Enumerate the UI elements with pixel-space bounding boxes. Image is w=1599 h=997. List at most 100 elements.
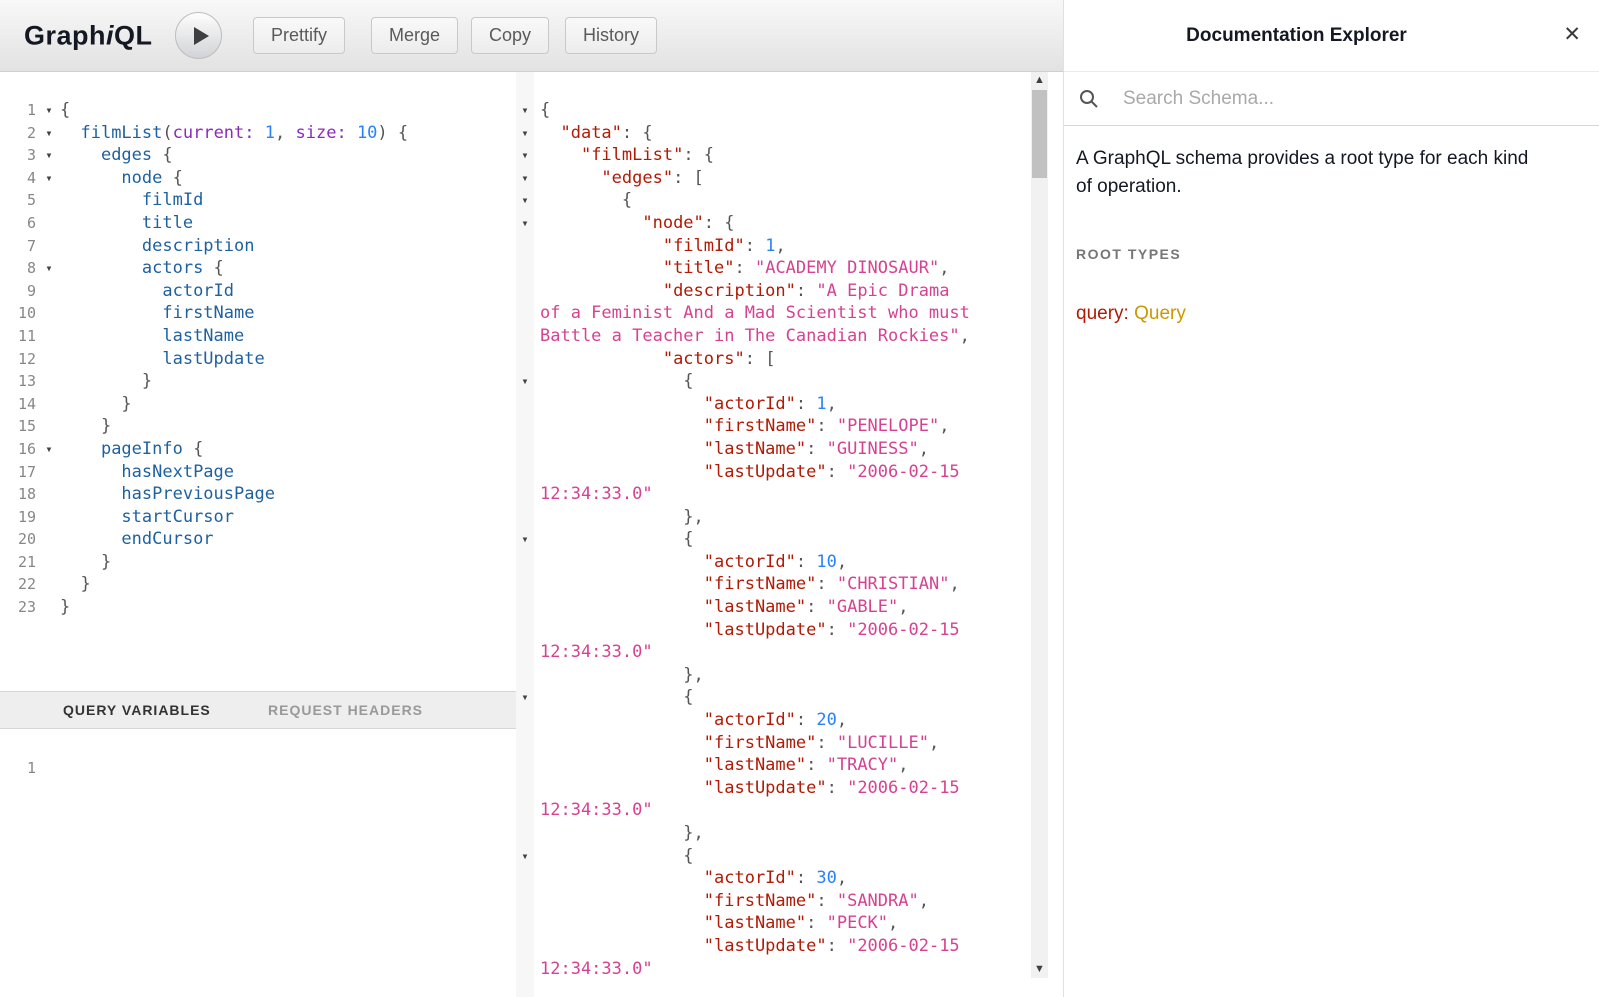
tab-request-headers[interactable]: REQUEST HEADERS [268,702,423,718]
result-scrollbar[interactable]: ▲ ▼ [1031,72,1048,978]
code-token: : [827,620,847,640]
code-line: { [540,528,970,551]
line-number: 7 [0,235,40,258]
fold-spacer [516,958,534,981]
fold-arrow-icon[interactable]: ▾ [40,99,58,122]
code-token: : [ [673,168,704,188]
code-line: "actorId": 10, [540,551,970,574]
fold-arrow-icon[interactable]: ▾ [516,167,534,190]
line-number-gutter: 1234567891011121314151617181920212223 [0,99,40,619]
fold-arrow-icon[interactable]: ▾ [40,144,58,167]
code-token: }, [540,823,704,843]
code-token [60,258,142,278]
code-line: actors { [60,257,408,280]
history-button[interactable]: History [565,17,657,54]
code-token: "firstName" [704,733,817,753]
fold-spacer [516,235,534,258]
code-token: "2006-02-15 [847,778,960,798]
code-line: "firstName": "LUCILLE", [540,732,970,755]
code-line: hasNextPage [60,461,408,484]
copy-button[interactable]: Copy [471,17,549,54]
fold-arrow-icon[interactable]: ▾ [516,122,534,145]
code-token [540,236,663,256]
code-token: "actorId" [704,394,796,414]
fold-spacer [516,641,534,664]
code-line: "lastName": "PECK", [540,912,970,935]
code-token: "data" [560,123,621,143]
fold-arrow-icon[interactable]: ▾ [40,167,58,190]
fold-arrow-icon[interactable]: ▾ [516,845,534,868]
code-token: , [837,868,847,888]
fold-arrow-icon[interactable]: ▾ [40,438,58,461]
toolbar: GraphiQL Prettify Merge Copy History [0,0,1063,72]
prettify-button[interactable]: Prettify [253,17,345,54]
code-token [540,439,704,459]
scrollbar-thumb[interactable] [1032,90,1047,178]
fold-spacer [516,483,534,506]
fold-spacer [40,348,58,371]
fold-arrow-icon[interactable]: ▾ [40,257,58,280]
code-token: "2006-02-15 [847,620,960,640]
code-token: "node" [642,213,703,233]
query-editor[interactable]: 1234567891011121314151617181920212223 ▾▾… [0,72,516,691]
merge-button[interactable]: Merge [371,17,458,54]
code-token [60,213,142,233]
code-token: { [203,258,223,278]
code-token: : { [704,213,735,233]
code-line: "actorId": 20, [540,709,970,732]
code-token: "PENELOPE" [837,416,939,436]
fold-spacer [516,754,534,777]
code-token [60,123,80,143]
execute-button[interactable] [175,12,222,59]
close-button[interactable]: ✕ [1563,22,1581,47]
fold-arrow-icon[interactable]: ▾ [516,528,534,551]
code-token: , [960,326,970,346]
fold-spacer [516,867,534,890]
fold-spacer [40,461,58,484]
scroll-up-button[interactable]: ▲ [1031,72,1048,89]
code-token [540,145,581,165]
root-type-row: query: Query [1076,303,1186,325]
code-token [255,123,265,143]
code-token: "edges" [601,168,673,188]
root-type-link[interactable]: Query [1134,303,1186,324]
code-line: { [540,99,970,122]
fold-spacer [40,302,58,325]
code-token [60,303,162,323]
arrow-up-icon: ▲ [1034,75,1045,86]
fold-arrow-icon[interactable]: ▾ [40,122,58,145]
variables-editor[interactable]: 1 [0,729,516,997]
code-token [60,281,162,301]
code-line: hasPreviousPage [60,483,408,506]
code-token: : [806,755,826,775]
code-line: { [540,189,970,212]
tab-query-variables[interactable]: QUERY VARIABLES [63,702,211,718]
fold-arrow-icon[interactable]: ▾ [516,370,534,393]
fold-arrow-icon[interactable]: ▾ [516,686,534,709]
code-token [540,394,704,414]
doc-search-input[interactable] [1123,88,1523,110]
fold-spacer [40,506,58,529]
code-token: } [60,597,70,617]
code-token [540,552,704,572]
code-token: "2006-02-15 [847,936,960,956]
code-token [540,213,642,233]
code-token: "lastName" [704,597,806,617]
code-token: : [796,552,816,572]
code-token: { [540,100,550,120]
code-line: Battle a Teacher in The Canadian Rockies… [540,325,970,348]
fold-arrow-icon[interactable]: ▾ [516,189,534,212]
fold-spacer [516,822,534,845]
scroll-down-button[interactable]: ▼ [1031,961,1048,978]
fold-arrow-icon[interactable]: ▾ [516,99,534,122]
query-code: { filmList(current: 1, size: 10) { edges… [60,99,408,619]
fold-arrow-icon[interactable]: ▾ [516,144,534,167]
code-token: : [796,710,816,730]
fold-spacer [516,732,534,755]
fold-arrow-icon[interactable]: ▾ [516,212,534,235]
fold-spacer [516,257,534,280]
line-number: 4 [0,167,40,190]
code-line: "lastUpdate": "2006-02-15 [540,935,970,958]
code-token: 12:34:33.0" [540,959,653,979]
code-token: "description" [663,281,796,301]
